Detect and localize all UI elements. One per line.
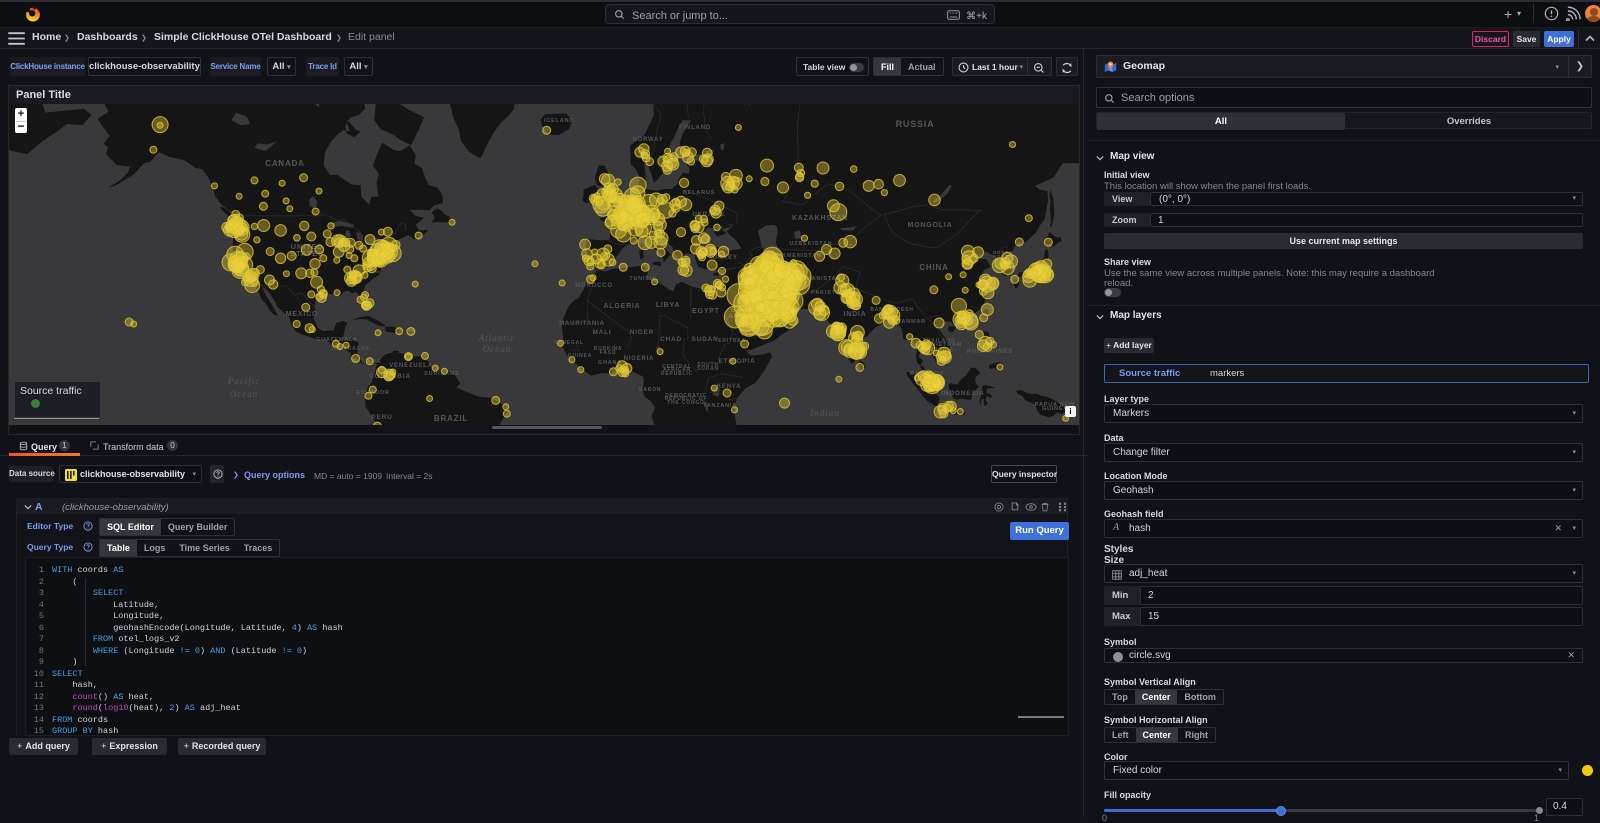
svg-text:MEXICO: MEXICO (286, 311, 318, 318)
svg-text:Pacific: Pacific (227, 376, 261, 386)
svg-text:BRAZIL: BRAZIL (434, 414, 468, 423)
svg-text:BELARUS: BELARUS (683, 190, 715, 196)
svg-text:ALGERIA: ALGERIA (603, 303, 640, 310)
svg-text:Atlantic: Atlantic (478, 333, 516, 343)
svg-text:NORWAY: NORWAY (632, 137, 663, 143)
svg-text:THE CONGO: THE CONGO (667, 400, 704, 406)
svg-text:VENEZUELA: VENEZUELA (389, 363, 433, 369)
svg-text:SUDAN: SUDAN (691, 336, 718, 343)
svg-text:Ocean: Ocean (483, 344, 512, 354)
svg-text:INDONESIA: INDONESIA (941, 390, 984, 397)
svg-text:LIBYA: LIBYA (656, 302, 680, 309)
svg-text:FINLAND: FINLAND (679, 125, 711, 131)
svg-text:EGYPT: EGYPT (692, 308, 720, 315)
svg-text:ICELAND: ICELAND (544, 118, 574, 124)
svg-text:FASO: FASO (600, 350, 617, 356)
svg-text:MALI: MALI (592, 329, 611, 336)
svg-text:CHAD: CHAD (660, 336, 682, 343)
svg-text:PERU: PERU (371, 414, 392, 421)
svg-text:NIGERIA: NIGERIA (624, 356, 655, 362)
svg-text:REPUBLIC: REPUBLIC (661, 371, 693, 377)
svg-text:INDIA: INDIA (843, 311, 866, 318)
svg-text:MOROCCO: MOROCCO (575, 283, 613, 289)
svg-text:GABON: GABON (639, 387, 662, 393)
svg-text:NIGER: NIGER (630, 329, 655, 336)
svg-text:MAURITANIA: MAURITANIA (559, 321, 605, 327)
svg-text:Indian: Indian (809, 408, 840, 418)
svg-text:CHINA: CHINA (919, 263, 948, 272)
svg-text:RUSSIA: RUSSIA (896, 119, 935, 129)
svg-text:MONGOLIA: MONGOLIA (908, 222, 953, 229)
svg-text:SUDAN: SUDAN (697, 366, 719, 372)
svg-text:ETHIOPIA: ETHIOPIA (718, 358, 755, 365)
svg-text:Ocean: Ocean (230, 389, 259, 399)
svg-text:CANADA: CANADA (265, 159, 304, 168)
